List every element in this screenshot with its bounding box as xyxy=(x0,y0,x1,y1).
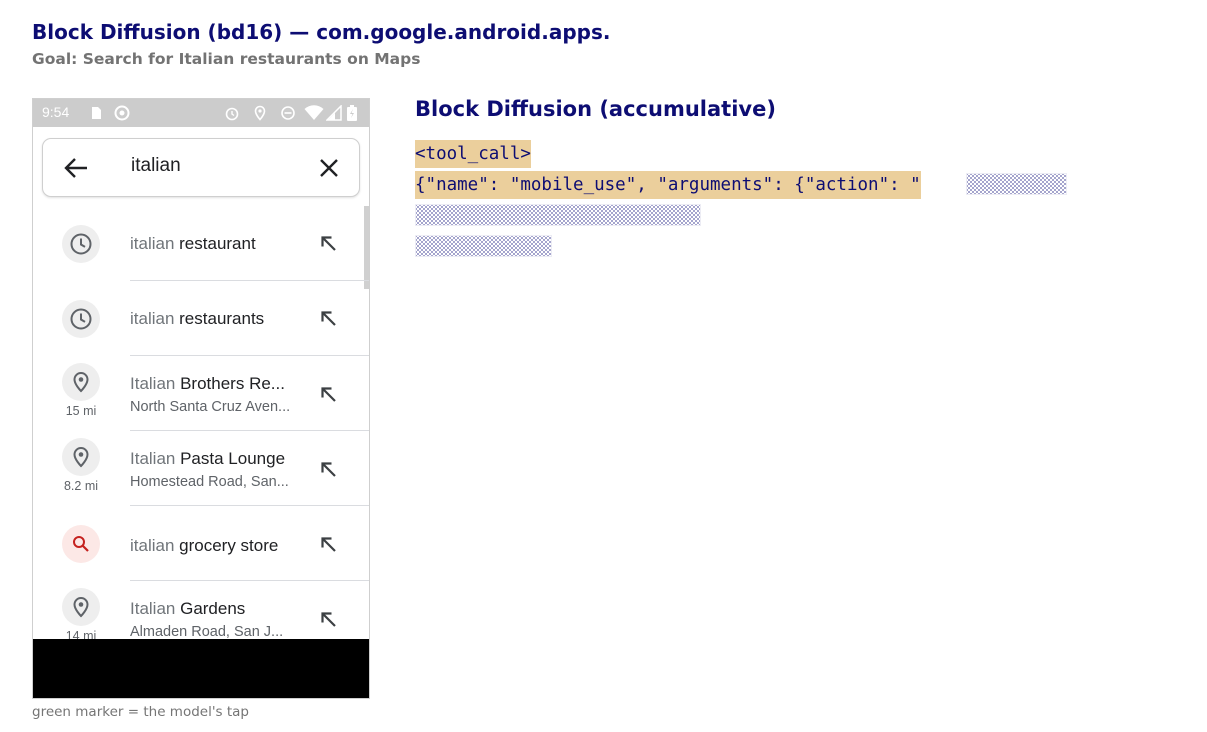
fill-query-arrow-icon[interactable] xyxy=(319,460,339,480)
fill-query-arrow-icon[interactable] xyxy=(319,309,339,329)
suggestion-title: italian restaurants xyxy=(130,309,264,329)
suggestion-row-italian-pasta-lounge[interactable]: 8.2 mi Italian Pasta Lounge Homestead Ro… xyxy=(33,431,369,506)
suggestion-query-part: Italian xyxy=(130,449,176,468)
suggestion-title: italian grocery store xyxy=(130,536,278,556)
suggestion-row-italian-restaurants[interactable]: italian restaurants xyxy=(33,281,369,356)
search-query-text[interactable]: italian xyxy=(131,155,181,177)
suggestion-address: Almaden Road, San J... xyxy=(130,624,284,640)
suggestion-rest: restaurant xyxy=(174,234,256,253)
suggestion-query-part: italian xyxy=(130,309,175,328)
distance-label: 8.2 mi xyxy=(63,479,99,493)
alarm-icon xyxy=(225,107,239,121)
suggestion-rest: Pasta Lounge xyxy=(175,449,286,468)
fill-query-arrow-icon[interactable] xyxy=(319,385,339,405)
suggestion-rest: restaurants xyxy=(174,309,265,328)
history-icon xyxy=(62,300,100,338)
masked-tokens-1 xyxy=(966,173,1067,195)
battery-icon xyxy=(347,105,357,121)
dnd-icon xyxy=(281,106,295,120)
masked-tokens-2 xyxy=(415,204,701,226)
suggestion-query-part: Italian xyxy=(130,374,176,393)
close-icon[interactable] xyxy=(318,157,340,179)
location-icon xyxy=(254,105,266,121)
suggestion-title: italian restaurant xyxy=(130,234,256,254)
suggestion-address: Homestead Road, San... xyxy=(130,474,289,490)
distance-label: 15 mi xyxy=(65,404,97,418)
navigation-bar xyxy=(33,639,369,698)
wifi-icon xyxy=(304,105,324,120)
page-title: Block Diffusion (bd16) — com.google.andr… xyxy=(32,20,611,44)
phone-screenshot: 9:54 italian italian restaurant italian … xyxy=(32,98,370,699)
suggestion-row-italian-grocery-store[interactable]: italian grocery store xyxy=(33,506,369,581)
panel-title: Block Diffusion (accumulative) xyxy=(415,97,776,121)
suggestion-row-italian-brothers[interactable]: 15 mi Italian Brothers Re... North Santa… xyxy=(33,356,369,431)
back-arrow-icon[interactable] xyxy=(63,156,89,180)
location-pin-icon xyxy=(62,438,100,476)
code-line-1: <tool_call> xyxy=(415,140,531,168)
suggestion-query-part: italian xyxy=(130,536,175,555)
caption: green marker = the model's tap xyxy=(32,704,249,720)
fill-query-arrow-icon[interactable] xyxy=(319,610,339,630)
suggestion-rest: Gardens xyxy=(175,599,246,618)
suggestion-query-part: Italian xyxy=(130,599,176,618)
suggestion-rest: Brothers Re... xyxy=(175,374,285,393)
status-bar: 9:54 xyxy=(33,99,369,127)
masked-tokens-3 xyxy=(415,235,552,257)
suggestion-address: North Santa Cruz Aven... xyxy=(130,399,291,415)
circle-sync-icon xyxy=(114,105,130,121)
suggestion-title: Italian Pasta Lounge xyxy=(130,449,285,469)
status-time: 9:54 xyxy=(42,104,70,120)
search-icon xyxy=(62,525,100,563)
suggestion-row-italian-restaurant[interactable]: italian restaurant xyxy=(33,206,369,281)
suggestion-title: Italian Gardens xyxy=(130,599,245,619)
fill-query-arrow-icon[interactable] xyxy=(319,535,339,555)
location-pin-icon xyxy=(62,363,100,401)
location-pin-icon xyxy=(62,588,100,626)
goal-text: Goal: Search for Italian restaurants on … xyxy=(32,50,421,68)
search-input[interactable]: italian xyxy=(42,138,360,197)
sd-card-icon xyxy=(92,107,101,119)
signal-icon xyxy=(326,105,342,121)
fill-query-arrow-icon[interactable] xyxy=(319,234,339,254)
suggestion-title: Italian Brothers Re... xyxy=(130,374,285,394)
history-icon xyxy=(62,225,100,263)
suggestion-rest: grocery store xyxy=(174,536,279,555)
code-line-2: {"name": "mobile_use", "arguments": {"ac… xyxy=(415,171,921,199)
suggestion-query-part: italian xyxy=(130,234,175,253)
